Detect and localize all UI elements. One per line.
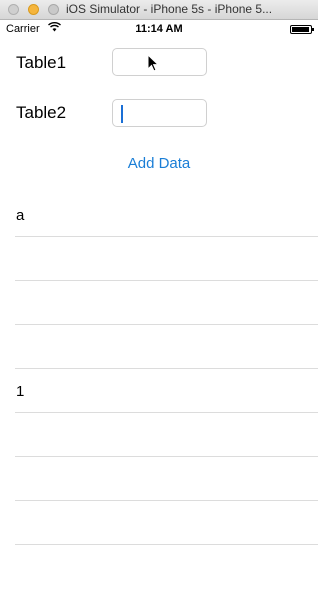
table-row[interactable] [0, 237, 318, 281]
table-row[interactable] [0, 325, 318, 369]
table-row[interactable]: a [0, 193, 318, 237]
window-title: iOS Simulator - iPhone 5s - iPhone 5... [66, 2, 273, 16]
window-zoom-button[interactable] [48, 4, 59, 15]
table-row-text: a [16, 207, 25, 224]
battery-icon [290, 25, 314, 34]
table-row[interactable]: 1 [0, 369, 318, 413]
simulator-title-bar: iOS Simulator - iPhone 5s - iPhone 5... [0, 0, 318, 20]
status-time: 11:14 AM [135, 23, 183, 35]
table-row-text: 1 [16, 383, 25, 400]
table-row[interactable] [0, 413, 318, 457]
window-close-button[interactable] [8, 4, 19, 15]
data-table: a 1 [0, 193, 318, 545]
add-data-button[interactable]: Add Data [0, 155, 318, 172]
table1-label: Table1 [16, 53, 67, 72]
window-minimize-button[interactable] [28, 4, 39, 15]
table-row[interactable] [0, 281, 318, 325]
table-row[interactable] [0, 457, 318, 501]
table2-label: Table2 [16, 103, 67, 122]
row-separator [15, 544, 318, 545]
table-row[interactable] [0, 501, 318, 545]
ios-status-bar: Carrier 11:14 AM [0, 20, 318, 40]
text-caret [121, 105, 123, 123]
mouse-pointer-icon [147, 53, 160, 77]
table1-input[interactable] [112, 48, 207, 76]
table2-input[interactable] [112, 99, 207, 127]
